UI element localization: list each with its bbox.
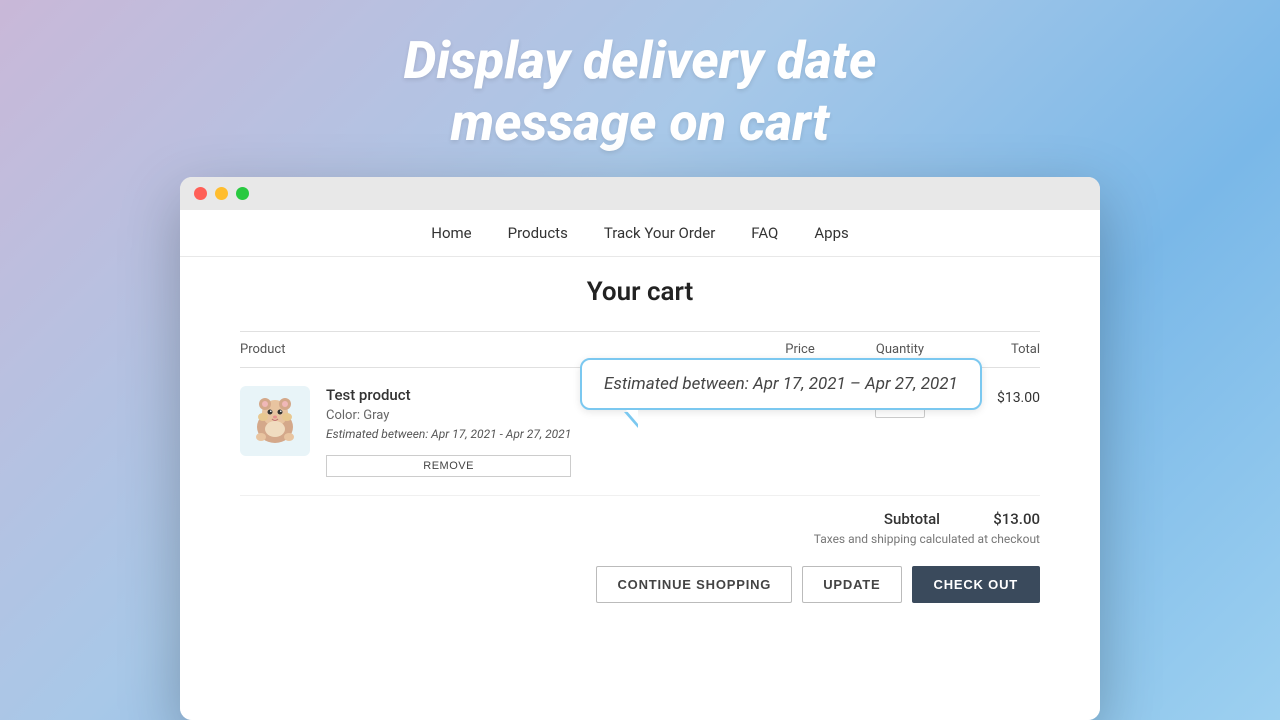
tooltip-text: Estimated between: Apr 17, 2021 – Apr 27… [580, 358, 982, 410]
estimated-delivery-text: Estimated between: Apr 17, 2021 - Apr 27… [326, 427, 571, 441]
browser-content: Home Products Track Your Order FAQ Apps … [180, 210, 1100, 720]
subtotal-label: Subtotal [884, 510, 940, 528]
col-header-quantity: Quantity [850, 342, 950, 357]
tax-note: Taxes and shipping calculated at checkou… [814, 532, 1040, 546]
nav-item-home[interactable]: Home [431, 224, 471, 242]
col-header-product: Product [240, 342, 750, 357]
tooltip-arrow-inner [626, 410, 638, 424]
nav-item-faq[interactable]: FAQ [751, 224, 778, 242]
col-header-total: Total [950, 342, 1040, 357]
minimize-icon[interactable] [215, 187, 228, 200]
close-icon[interactable] [194, 187, 207, 200]
product-details: Test product Color: Gray Estimated betwe… [326, 386, 571, 477]
nav-bar: Home Products Track Your Order FAQ Apps [180, 210, 1100, 257]
checkout-button[interactable]: CHECK OUT [912, 566, 1040, 603]
subtotal-row: Subtotal $13.00 [884, 510, 1040, 528]
maximize-icon[interactable] [236, 187, 249, 200]
delivery-tooltip: Estimated between: Apr 17, 2021 – Apr 27… [580, 358, 982, 410]
update-button[interactable]: UPDATE [802, 566, 901, 603]
cart-title: Your cart [240, 277, 1040, 307]
product-image-svg [245, 391, 305, 451]
browser-window: Home Products Track Your Order FAQ Apps … [180, 177, 1100, 720]
action-buttons: CONTINUE SHOPPING UPDATE CHECK OUT [240, 556, 1040, 623]
cart-section: Your cart Product Price Quantity Total E… [180, 257, 1100, 643]
nav-item-products[interactable]: Products [508, 224, 568, 242]
product-variant: Color: Gray [326, 408, 571, 423]
product-name: Test product [326, 386, 571, 404]
hero-title: Display delivery date message on cart [404, 30, 877, 155]
product-image [240, 386, 310, 456]
nav-item-track-order[interactable]: Track Your Order [604, 224, 715, 242]
continue-shopping-button[interactable]: CONTINUE SHOPPING [596, 566, 792, 603]
col-header-price: Price [750, 342, 850, 357]
table-row: Estimated between: Apr 17, 2021 – Apr 27… [240, 368, 1040, 496]
nav-item-apps[interactable]: Apps [814, 224, 848, 242]
subtotal-amount: $13.00 [980, 510, 1040, 528]
browser-titlebar [180, 177, 1100, 210]
subtotal-section: Subtotal $13.00 Taxes and shipping calcu… [240, 496, 1040, 556]
remove-button[interactable]: REMOVE [326, 455, 571, 477]
